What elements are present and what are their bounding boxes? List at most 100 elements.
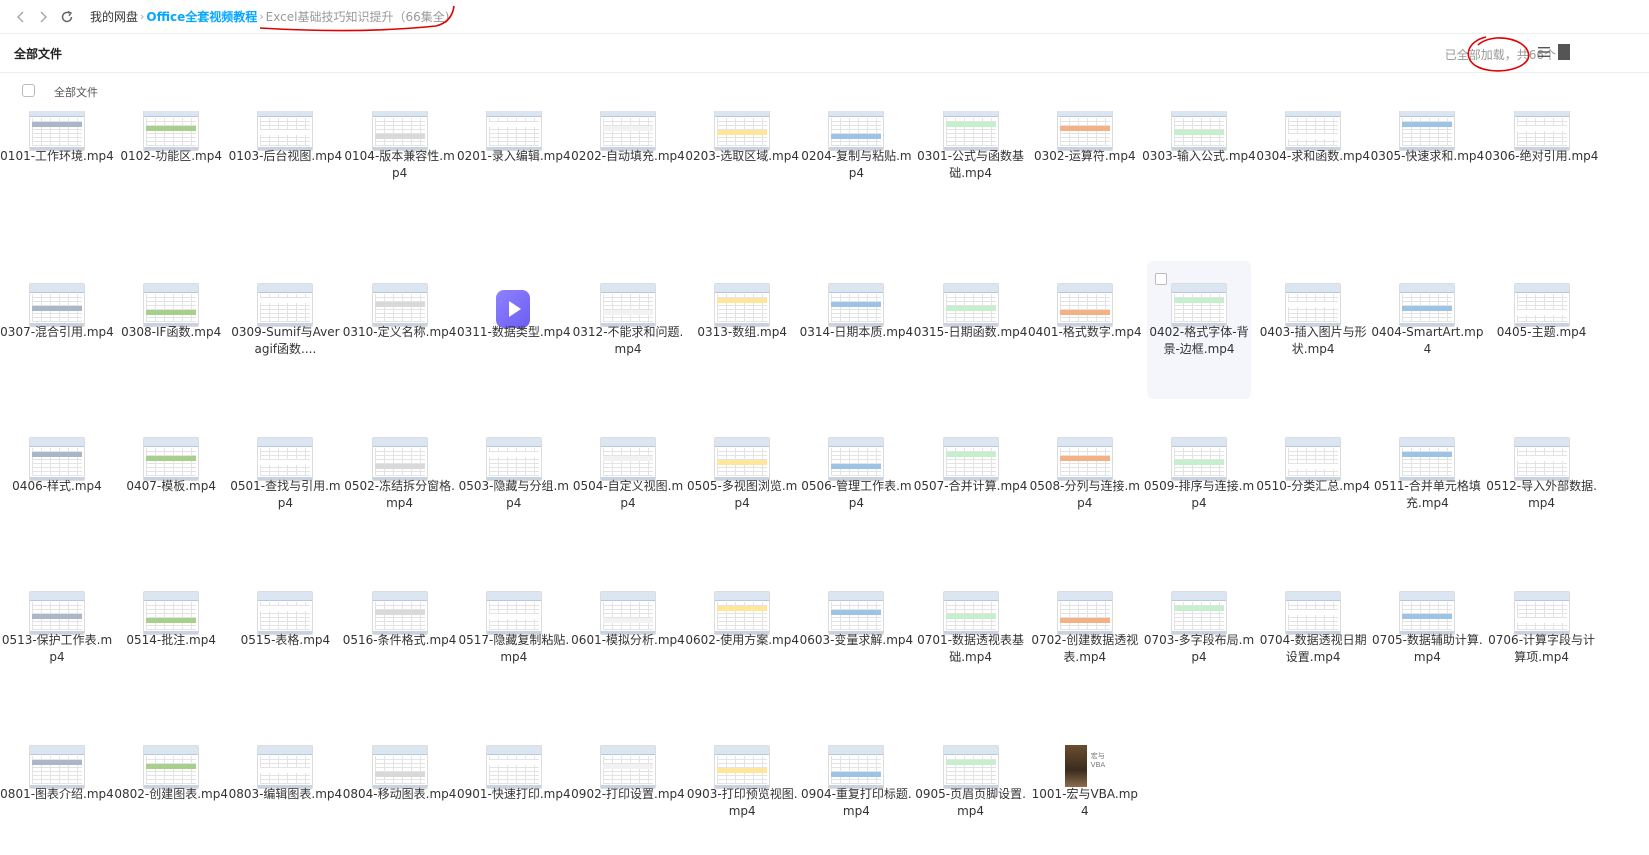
file-item[interactable]: 0313-数组.mp4 xyxy=(690,261,794,399)
file-name: 0202-自动填充.mp4 xyxy=(571,149,685,163)
file-item[interactable]: 0402-格式字体-背景-边框.mp4 xyxy=(1147,261,1251,399)
file-item[interactable]: 0703-多字段布局.mp4 xyxy=(1144,569,1254,707)
file-item[interactable]: 0307-混合引用.mp4 xyxy=(0,261,114,399)
forward-button[interactable] xyxy=(32,6,54,28)
file-item[interactable]: 0301-公式与函数基础.mp4 xyxy=(917,111,1024,245)
file-item[interactable]: 0312-不能求和问题.mp4 xyxy=(573,261,683,399)
file-item[interactable]: 0204-复制与粘贴.mp4 xyxy=(801,111,912,245)
thumbnail-band xyxy=(1059,310,1110,315)
file-item[interactable]: 0103-后台视图.mp4 xyxy=(229,111,342,245)
thumbnail-band xyxy=(603,126,653,131)
file-checkbox[interactable] xyxy=(1155,273,1167,285)
file-item[interactable]: 0407-模板.mp4 xyxy=(119,415,223,553)
file-item[interactable]: 0509-排序与连接.mp4 xyxy=(1144,415,1254,553)
file-item[interactable]: 0403-插入图片与形状.mp4 xyxy=(1260,261,1367,399)
breadcrumb-folder[interactable]: Office全套视频教程 xyxy=(146,8,257,25)
breadcrumb-home[interactable]: 我的网盘 xyxy=(90,8,138,25)
file-item[interactable]: 宏与VBA 1001-宏与VBA.mp4 xyxy=(1032,723,1138,855)
thumbnail-ribbon xyxy=(943,284,998,293)
thumbnail-band xyxy=(945,306,996,311)
file-item[interactable]: 0306-绝对引用.mp4 xyxy=(1485,111,1598,245)
thumbnail-band xyxy=(945,122,996,127)
file-item[interactable]: 0310-定义名称.mp4 xyxy=(343,261,456,399)
file-item[interactable]: 0804-移动图表.mp4 xyxy=(343,723,456,855)
file-item[interactable]: 0517-隐藏复制粘贴.mp4 xyxy=(458,569,569,707)
file-item[interactable]: 0601-模拟分析.mp4 xyxy=(571,569,685,707)
file-item[interactable]: 0504-自定义视图.mp4 xyxy=(573,415,683,553)
file-item[interactable]: 0404-SmartArt.mp4 xyxy=(1371,261,1483,399)
file-item[interactable]: 0513-保护工作表.mp4 xyxy=(2,569,112,707)
breadcrumb-separator-icon: › xyxy=(140,10,145,23)
back-button[interactable] xyxy=(10,6,32,28)
file-item[interactable]: 0102-功能区.mp4 xyxy=(119,111,223,245)
file-item[interactable]: 0902-打印设置.mp4 xyxy=(571,723,685,855)
file-item[interactable]: 0315-日期函数.mp4 xyxy=(914,261,1027,399)
file-item[interactable]: 0201-录入编辑.mp4 xyxy=(457,111,571,245)
thumbnail-ribbon xyxy=(30,746,84,755)
file-item[interactable]: 0311-数据类型.mp4 xyxy=(457,261,571,399)
thumbnail-band xyxy=(1402,122,1453,127)
file-item[interactable]: 0308-IF函数.mp4 xyxy=(119,261,223,399)
file-item[interactable]: 0702-创建数据透视表.mp4 xyxy=(1031,569,1138,707)
file-thumbnail xyxy=(143,591,200,635)
video-play-icon xyxy=(495,290,530,328)
file-name: 0508-分列与连接.mp4 xyxy=(1029,479,1140,510)
file-item[interactable]: 0706-计算字段与计算项.mp4 xyxy=(1488,569,1595,707)
breadcrumb-current: Excel基础技巧知识提升（66集全) xyxy=(265,10,450,24)
file-item[interactable]: 0302-运算符.mp4 xyxy=(1033,111,1137,245)
file-item[interactable]: 0705-数据辅助计算.mp4 xyxy=(1372,569,1483,707)
file-item[interactable]: 0505-多视图浏览.mp4 xyxy=(687,415,797,553)
file-item[interactable]: 0202-自动填充.mp4 xyxy=(571,111,685,245)
file-name: 0602-使用方案.mp4 xyxy=(685,633,799,647)
file-item[interactable]: 0905-页眉页脚设置.mp4 xyxy=(915,723,1026,855)
file-item[interactable]: 0704-数据透视日期设置.mp4 xyxy=(1260,569,1367,707)
refresh-button[interactable] xyxy=(56,6,78,28)
file-item[interactable]: 0603-变量求解.mp4 xyxy=(800,569,913,707)
file-item[interactable]: 0516-条件格式.mp4 xyxy=(343,569,456,707)
file-item[interactable]: 0305-快速求和.mp4 xyxy=(1371,111,1484,245)
file-item[interactable]: 0401-格式数字.mp4 xyxy=(1028,261,1142,399)
file-item[interactable]: 0904-重复打印标题.mp4 xyxy=(801,723,912,855)
thumbnail-band xyxy=(603,310,653,315)
file-item[interactable]: 0502-冻结拆分窗格.mp4 xyxy=(344,415,455,553)
file-item[interactable]: 0501-查找与引用.mp4 xyxy=(230,415,341,553)
file-item[interactable]: 0101-工作环境.mp4 xyxy=(0,111,114,245)
list-view-icon[interactable] xyxy=(1536,44,1552,60)
file-item[interactable]: 0512-导入外部数据.mp4 xyxy=(1486,415,1597,553)
file-item[interactable]: 0701-数据透视表基础.mp4 xyxy=(917,569,1024,707)
file-item[interactable]: 0602-使用方案.mp4 xyxy=(685,569,799,707)
file-item[interactable]: 0304-求和函数.mp4 xyxy=(1256,111,1370,245)
grid-view-toggle[interactable] xyxy=(1558,44,1570,60)
file-item[interactable]: 0508-分列与连接.mp4 xyxy=(1030,415,1140,553)
thumbnail-sheet xyxy=(1288,602,1339,630)
file-item[interactable]: 0802-创建图表.mp4 xyxy=(114,723,228,855)
file-item[interactable]: 0303-输入公式.mp4 xyxy=(1142,111,1256,245)
file-item[interactable]: 0901-快速打印.mp4 xyxy=(457,723,571,855)
file-item[interactable]: 0511-合并单元格填充.mp4 xyxy=(1374,415,1481,553)
file-item[interactable]: 0801-图表介绍.mp4 xyxy=(0,723,114,855)
file-item[interactable]: 0507-合并计算.mp4 xyxy=(914,415,1027,553)
file-name: 0405-主题.mp4 xyxy=(1496,325,1587,339)
file-name: 0506-管理工作表.mp4 xyxy=(801,479,912,510)
file-item[interactable]: 0503-隐藏与分组.mp4 xyxy=(459,415,569,553)
file-item[interactable]: 0405-主题.mp4 xyxy=(1490,261,1594,399)
file-item[interactable]: 0803-编辑图表.mp4 xyxy=(229,723,342,855)
file-item[interactable]: 0510-分类汇总.mp4 xyxy=(1256,415,1370,553)
file-item[interactable]: 0203-选取区域.mp4 xyxy=(685,111,799,245)
select-all-checkbox[interactable] xyxy=(22,84,35,97)
thumbnail-band xyxy=(374,464,425,469)
file-name: 0307-混合引用.mp4 xyxy=(0,325,114,339)
file-item[interactable]: 0309-Sumif与Averagif函数.... xyxy=(231,261,340,399)
file-item[interactable]: 0506-管理工作表.mp4 xyxy=(801,415,912,553)
thumbnail-ribbon xyxy=(943,438,998,447)
file-item[interactable]: 0314-日期本质.mp4 xyxy=(800,261,913,399)
file-item[interactable]: 0406-样式.mp4 xyxy=(5,415,109,553)
thumbnail-ribbon xyxy=(258,111,313,117)
thumbnail-ribbon xyxy=(144,111,199,117)
thumbnail-band xyxy=(831,464,882,469)
file-item[interactable]: 0514-批注.mp4 xyxy=(119,569,223,707)
file-item[interactable]: 0903-打印预览视图.mp4 xyxy=(687,723,798,855)
file-item[interactable]: 0104-版本兼容性.mp4 xyxy=(344,111,455,245)
thumbnail-band xyxy=(1174,298,1224,303)
file-item[interactable]: 0515-表格.mp4 xyxy=(233,569,337,707)
